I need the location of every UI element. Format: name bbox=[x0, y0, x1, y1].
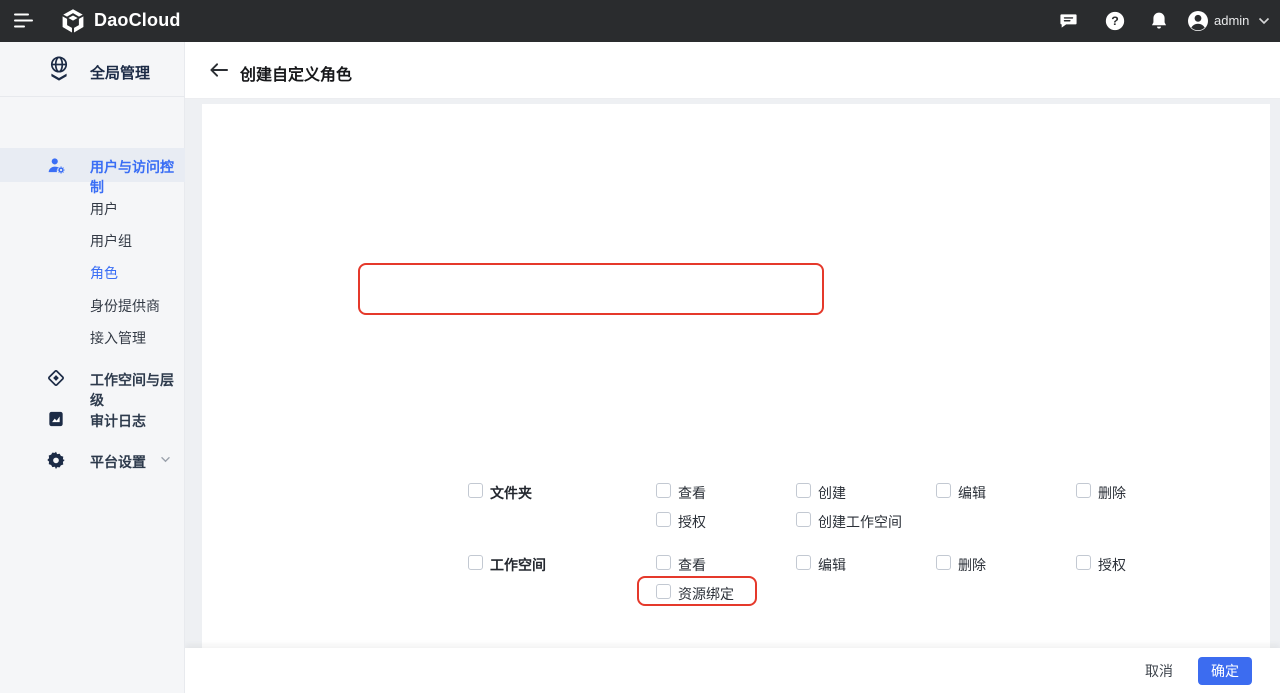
perm-checkbox[interactable] bbox=[656, 555, 671, 570]
perm-checkbox[interactable] bbox=[796, 555, 811, 570]
sidebar-item-users-access-control[interactable]: 用户与访问控制 bbox=[0, 148, 185, 182]
perm-checkbox[interactable] bbox=[796, 483, 811, 498]
perm-label: 删除 bbox=[958, 555, 986, 575]
diamond-icon bbox=[46, 368, 66, 388]
perm-checkbox[interactable] bbox=[796, 512, 811, 527]
gear-icon bbox=[46, 450, 66, 470]
audit-icon bbox=[46, 409, 66, 429]
perm-row-checkbox[interactable] bbox=[468, 483, 483, 498]
sidebar-item-roles[interactable]: 角色 bbox=[0, 255, 185, 287]
avatar-icon[interactable] bbox=[1186, 9, 1210, 33]
svg-text:?: ? bbox=[1111, 14, 1119, 28]
sidebar-root-global-management[interactable]: 全局管理 bbox=[0, 48, 185, 97]
perm-checkbox[interactable] bbox=[656, 584, 671, 599]
sidebar-item-label: 平台设置 bbox=[90, 452, 146, 472]
page-title: 创建自定义角色 bbox=[240, 61, 352, 85]
perm-checkbox[interactable] bbox=[656, 483, 671, 498]
sidebar-item-identity-providers[interactable]: 身份提供商 bbox=[0, 288, 185, 320]
chat-icon[interactable] bbox=[1058, 11, 1079, 31]
menu-icon[interactable] bbox=[14, 13, 34, 28]
sidebar-item-label: 审计日志 bbox=[90, 411, 146, 431]
sidebar-item-audit-logs[interactable]: 审计日志 bbox=[0, 402, 185, 436]
sidebar: 全局管理 用户与访问控制用户用户组角色身份提供商接入管理工作空间与层级审计日志平… bbox=[0, 42, 185, 693]
perm-label: 创建 bbox=[818, 483, 846, 503]
globe-icon bbox=[44, 54, 74, 84]
brand-name[interactable]: DaoCloud bbox=[94, 10, 181, 31]
create-custom-role-page: DaoCloud ? admin 全局管理 用户与访问控制用户用户组角色身份提供… bbox=[0, 0, 1280, 693]
cancel-button[interactable]: 取消 bbox=[1136, 657, 1182, 685]
user-gear-icon bbox=[46, 155, 67, 176]
daocloud-logo-icon[interactable] bbox=[60, 8, 86, 34]
bell-icon[interactable] bbox=[1148, 10, 1170, 32]
perm-label: 编辑 bbox=[958, 483, 986, 503]
username[interactable]: admin bbox=[1214, 13, 1249, 28]
sidebar-item-access-management[interactable]: 接入管理 bbox=[0, 320, 185, 352]
perm-checkbox[interactable] bbox=[1076, 483, 1091, 498]
sidebar-item-label: 身份提供商 bbox=[90, 296, 160, 316]
perm-checkbox[interactable] bbox=[1076, 555, 1091, 570]
confirm-button[interactable]: 确定 bbox=[1198, 657, 1252, 685]
perm-label: 授权 bbox=[678, 512, 706, 532]
perm-row-name: 文件夹 bbox=[490, 483, 532, 503]
back-arrow-icon[interactable] bbox=[209, 62, 228, 78]
footer-bar: 取消 确定 bbox=[185, 648, 1280, 693]
chevron-down-icon[interactable] bbox=[160, 456, 171, 463]
perm-row-name: 工作空间 bbox=[490, 555, 546, 575]
caret-down-icon[interactable] bbox=[1258, 17, 1270, 25]
chevron-up-icon[interactable] bbox=[160, 161, 171, 168]
sidebar-root-label: 全局管理 bbox=[90, 62, 150, 83]
sidebar-item-label: 用户 bbox=[90, 199, 118, 219]
sidebar-item-label: 用户组 bbox=[90, 231, 132, 251]
perm-label: 查看 bbox=[678, 483, 706, 503]
page-titlebar: 创建自定义角色 bbox=[185, 42, 1280, 99]
perm-label: 授权 bbox=[1098, 555, 1126, 575]
perm-checkbox[interactable] bbox=[936, 555, 951, 570]
sidebar-item-users[interactable]: 用户 bbox=[0, 191, 185, 223]
sidebar-item-workspace-hierarchy[interactable]: 工作空间与层级 bbox=[0, 361, 185, 395]
sidebar-item-platform-settings[interactable]: 平台设置 bbox=[0, 443, 185, 477]
perm-label: 创建工作空间 bbox=[818, 512, 902, 532]
topbar: DaoCloud ? admin bbox=[0, 0, 1280, 42]
perm-label: 查看 bbox=[678, 555, 706, 575]
sidebar-item-label: 接入管理 bbox=[90, 328, 146, 348]
perm-label: 编辑 bbox=[818, 555, 846, 575]
help-icon[interactable]: ? bbox=[1104, 10, 1126, 32]
perm-label: 删除 bbox=[1098, 483, 1126, 503]
perm-checkbox[interactable] bbox=[936, 483, 951, 498]
sidebar-item-label: 角色 bbox=[90, 263, 118, 283]
perm-checkbox[interactable] bbox=[656, 512, 671, 527]
sidebar-item-user-groups[interactable]: 用户组 bbox=[0, 223, 185, 255]
perm-row-checkbox[interactable] bbox=[468, 555, 483, 570]
perm-label: 资源绑定 bbox=[678, 584, 734, 604]
